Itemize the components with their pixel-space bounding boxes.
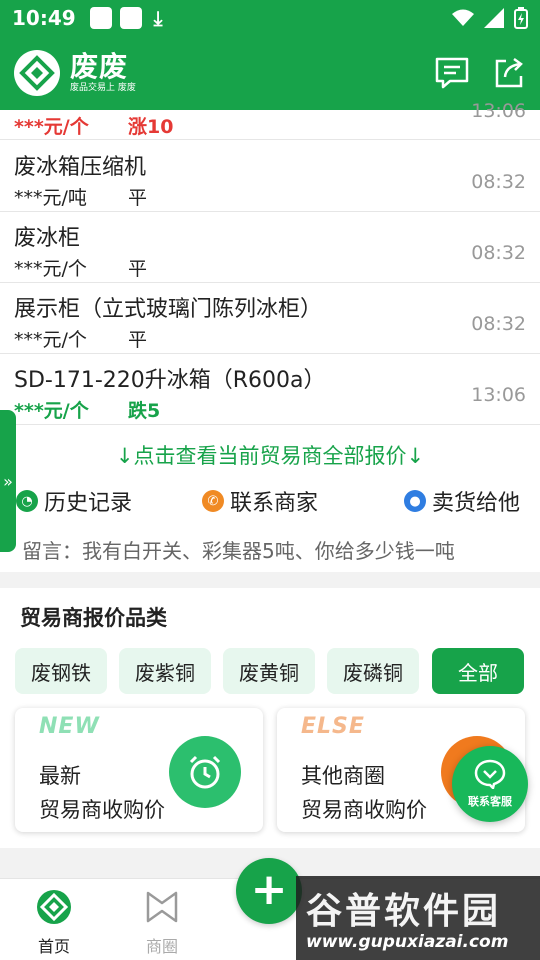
quote-trend: 平 xyxy=(128,329,148,351)
quote-title: SD-171-220升冰箱（R600a） xyxy=(14,368,326,393)
quote-title: 废冰箱压缩机 xyxy=(14,155,147,180)
new-tag: NEW xyxy=(39,714,100,739)
quote-row[interactable]: SD-171-220升冰箱（R600a） ***元/个 跌5 13:06 xyxy=(0,354,540,425)
quote-price: ***元/个 xyxy=(14,329,87,351)
contact-label: 联系商家 xyxy=(230,491,319,516)
customer-service-label: 联系客服 xyxy=(468,795,512,808)
message-text: 留言：我有白开关、彩集器5吨、你给多少钱一吨 xyxy=(22,539,455,563)
quote-time: 08:32 xyxy=(471,242,526,264)
quote-trend: 涨10 xyxy=(128,116,174,138)
notification-icon xyxy=(119,7,142,29)
quote-time: 13:06 xyxy=(471,384,526,406)
nav-home-label: 首页 xyxy=(37,937,70,956)
plus-icon: + xyxy=(250,864,288,915)
quote-time: 13:06 xyxy=(471,100,526,122)
sell-label: 卖货给他 xyxy=(432,491,521,516)
card-line1: 其他商圈 xyxy=(301,764,385,788)
chevron-right-icon: » xyxy=(3,471,13,491)
quote-price: ***元/个 xyxy=(14,258,87,280)
quote-time: 08:32 xyxy=(471,171,526,193)
quote-row[interactable]: 展示柜（立式玻璃门陈列冰柜） ***元/个 平 08:32 xyxy=(0,283,540,354)
quote-price: ***元/个 xyxy=(14,400,89,422)
quote-price: ***元/吨 xyxy=(14,187,87,209)
circle-icon xyxy=(146,891,178,923)
watermark-title: 谷普软件园 xyxy=(306,891,502,932)
sell-to-him-link[interactable]: ● 卖货给他 xyxy=(404,485,520,517)
watermark-url: www.gupuxiazai.com xyxy=(306,932,509,952)
home-logo-icon xyxy=(37,890,71,924)
quote-row[interactable]: 废冰柜 ***元/个 平 08:32 xyxy=(0,212,540,283)
add-button[interactable]: + xyxy=(236,858,302,924)
card-line2: 贸易商收购价 xyxy=(39,798,165,822)
history-label: 历史记录 xyxy=(44,491,133,516)
phone-icon: ✆ xyxy=(202,490,224,512)
chip-red-copper[interactable]: 废紫铜 xyxy=(119,648,211,694)
contact-merchant-link[interactable]: ✆ 联系商家 xyxy=(202,485,318,517)
nav-circle[interactable]: 商圈 xyxy=(122,889,202,957)
latest-price-card[interactable]: NEW 最新 贸易商收购价 xyxy=(15,708,263,832)
nav-home[interactable]: 首页 xyxy=(14,889,94,957)
quote-trend: 平 xyxy=(128,187,148,209)
wifi-icon xyxy=(452,9,474,26)
chip-phosphor-copper[interactable]: 废磷铜 xyxy=(327,648,419,694)
alarm-clock-icon xyxy=(169,736,241,808)
else-tag: ELSE xyxy=(301,714,365,739)
chat-heart-icon xyxy=(474,759,506,789)
quote-list: ***元/个 涨10 13:06 废冰箱压缩机 ***元/吨 平 08:32 废… xyxy=(0,100,540,572)
quote-trend: 跌5 xyxy=(128,400,161,422)
download-icon: ⤓ xyxy=(153,6,163,30)
brand: 废废 废品交易上 废废 xyxy=(70,52,136,94)
watermark: 谷普软件园 www.gupuxiazai.com xyxy=(296,876,540,960)
user-icon: ● xyxy=(404,490,426,512)
quote-title: 展示柜（立式玻璃门陈列冰柜） xyxy=(14,297,323,322)
card-line2: 贸易商收购价 xyxy=(301,798,427,822)
history-link[interactable]: ◔ 历史记录 xyxy=(16,485,132,517)
nav-circle-label: 商圈 xyxy=(145,937,178,956)
message-icon[interactable] xyxy=(434,56,470,90)
view-all-quotes-link[interactable]: ↓点击查看当前贸易商全部报价↓ xyxy=(0,440,540,470)
quote-row[interactable]: 废冰箱压缩机 ***元/吨 平 08:32 xyxy=(0,141,540,212)
battery-icon xyxy=(514,7,528,29)
chip-all[interactable]: 全部 xyxy=(432,648,524,694)
category-section: 贸易商报价品类 废钢铁 废紫铜 废黄铜 废磷铜 全部 NEW 最新 贸易商收购价… xyxy=(0,588,540,848)
status-time: 10:49 xyxy=(12,6,76,30)
side-drawer-handle[interactable]: » xyxy=(0,410,16,552)
quote-title: 废冰柜 xyxy=(14,226,81,251)
card-line1: 最新 xyxy=(39,764,81,788)
quote-time: 08:32 xyxy=(471,313,526,335)
quote-row[interactable]: ***元/个 涨10 13:06 xyxy=(0,92,540,140)
logo-icon xyxy=(14,50,60,96)
notification-icon xyxy=(89,7,112,29)
brand-name: 废废 xyxy=(70,50,129,83)
customer-service-button[interactable]: 联系客服 xyxy=(452,746,528,822)
category-title: 贸易商报价品类 xyxy=(20,606,167,630)
chip-brass[interactable]: 废黄铜 xyxy=(223,648,315,694)
quote-price: ***元/个 xyxy=(14,116,89,138)
quote-trend: 平 xyxy=(128,258,148,280)
status-bar: 10:49 ⤓ xyxy=(0,0,540,36)
share-icon[interactable] xyxy=(492,56,526,90)
clock-icon: ◔ xyxy=(16,490,38,512)
signal-icon xyxy=(484,8,504,28)
chip-steel[interactable]: 废钢铁 xyxy=(15,648,107,694)
